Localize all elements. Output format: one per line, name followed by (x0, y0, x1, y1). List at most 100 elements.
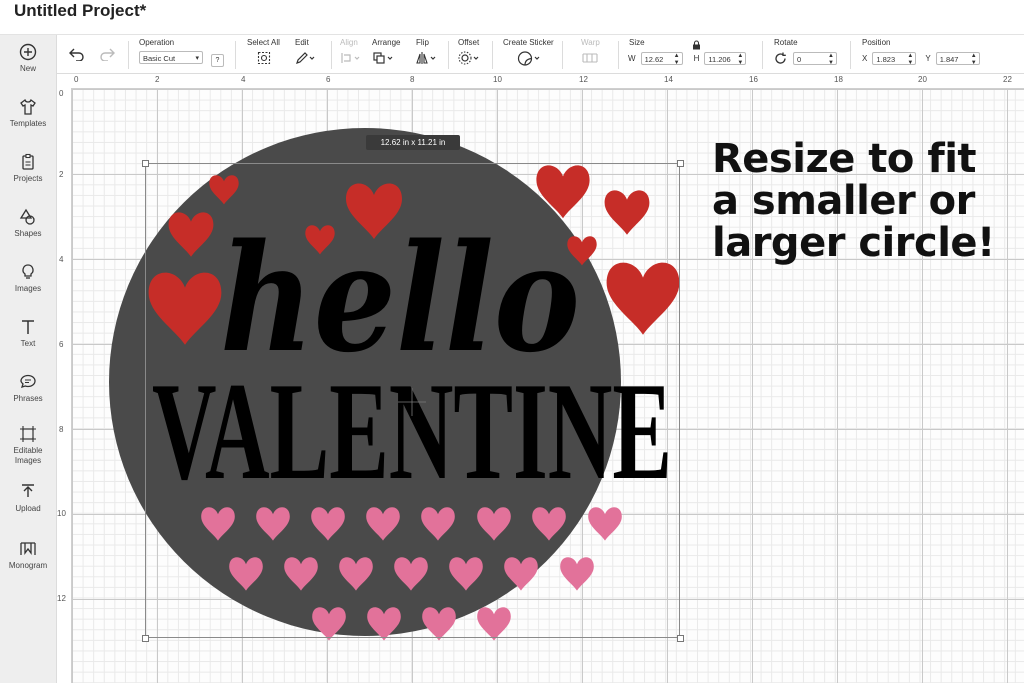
speech-bubble-icon (20, 374, 36, 388)
offset-label: Offset (458, 38, 480, 47)
sidebar-item-label: Images (14, 284, 42, 293)
rotate-value: 0 (797, 55, 802, 64)
ruler-tick: 20 (918, 75, 927, 84)
size-group: Size (629, 38, 645, 47)
rotate-icon[interactable] (774, 52, 787, 65)
height-stepper-icon[interactable]: ▲ ▼ (737, 53, 743, 66)
height-label: H (693, 54, 700, 63)
operation-select[interactable]: Basic Cut ▾ (139, 51, 203, 64)
operation-group: Operation Basic Cut ▾ ? (139, 38, 224, 67)
resize-handle-bottom-right[interactable] (677, 635, 684, 642)
sidebar-item-label: Text (20, 339, 36, 348)
undo-icon[interactable] (69, 47, 85, 61)
flip-group[interactable]: Flip (416, 38, 438, 65)
plus-circle-icon (19, 43, 37, 61)
flip-label: Flip (416, 38, 429, 47)
x-position-input[interactable]: 1.823 ▲ ▼ (872, 52, 917, 66)
rotate-label: Rotate (774, 38, 798, 47)
flip-icon[interactable] (416, 51, 438, 65)
rotate-stepper-icon[interactable]: ▲ ▼ (828, 53, 834, 66)
operation-label: Operation (139, 38, 175, 47)
sidebar-item-label: Upload (15, 504, 41, 513)
align-label: Align (340, 38, 358, 47)
size-tooltip: 12.62 in x 11.21 in (366, 135, 460, 150)
rotate-row: 0 ▲ ▼ (774, 52, 837, 66)
lock-icon[interactable] (692, 40, 701, 50)
y-position-input[interactable]: 1.847 ▲ ▼ (935, 52, 980, 66)
select-all-icon[interactable] (257, 51, 271, 65)
sidebar-item-label: Monogram (8, 561, 48, 570)
shapes-icon (19, 208, 35, 225)
editable-image-icon (20, 426, 36, 442)
width-input[interactable]: 12.62 ▲ ▼ (640, 52, 683, 66)
ruler-tick: 16 (749, 75, 758, 84)
sidebar-item-images[interactable]: Images (0, 263, 56, 315)
rotate-input[interactable]: 0 ▲ ▼ (793, 52, 837, 66)
resize-handle-bottom-left[interactable] (142, 635, 149, 642)
edit-group[interactable]: Edit (295, 38, 317, 65)
resize-handle-top-right[interactable] (677, 160, 684, 167)
ruler-tick: 22 (1003, 75, 1012, 84)
sidebar-item-phrases[interactable]: Phrases (0, 373, 56, 425)
ruler-tick: 6 (326, 75, 331, 84)
text-t-icon (22, 320, 34, 334)
y-stepper-icon[interactable]: ▲ ▼ (971, 53, 977, 66)
sidebar-item-text[interactable]: Text (0, 318, 56, 370)
offset-icon[interactable] (458, 51, 482, 65)
y-position-value: 1.847 (939, 55, 959, 64)
align-group[interactable]: Align (340, 38, 362, 65)
upload-icon (22, 484, 34, 497)
x-position-value: 1.823 (876, 55, 896, 64)
arrange-group[interactable]: Arrange (372, 38, 400, 65)
offset-group[interactable]: Offset (458, 38, 482, 65)
warp-label: Warp (581, 38, 600, 47)
shirt-icon (20, 98, 36, 115)
sidebar-item-label: Templates (9, 119, 47, 128)
resize-callout: Resize to fit a smaller or larger circle… (712, 138, 1012, 264)
sidebar-item-shapes[interactable]: Shapes (0, 208, 56, 260)
arrange-icon[interactable] (372, 51, 396, 65)
operation-help-button[interactable]: ? (211, 54, 224, 67)
ruler-tick: 10 (57, 509, 66, 518)
clipboard-icon (22, 153, 34, 170)
lightbulb-icon (22, 264, 34, 279)
callout-line: Resize to fit (712, 136, 977, 182)
select-all-group[interactable]: Select All (247, 38, 280, 65)
create-sticker-label: Create Sticker (503, 38, 554, 47)
ruler-tick: 0 (59, 89, 64, 98)
align-icon[interactable] (340, 51, 362, 65)
resize-handle-top-left[interactable] (142, 160, 149, 167)
rotate-group: Rotate (774, 38, 798, 47)
sidebar-item-projects[interactable]: Projects (0, 153, 56, 205)
warp-icon[interactable] (581, 51, 601, 65)
pencil-icon[interactable] (295, 51, 317, 65)
x-label: X (862, 54, 868, 63)
ruler-tick: 18 (834, 75, 843, 84)
sidebar-item-upload[interactable]: Upload (0, 483, 56, 535)
width-stepper-icon[interactable]: ▲ ▼ (674, 53, 680, 66)
ruler-tick: 8 (410, 75, 415, 84)
sticker-icon[interactable] (517, 51, 543, 66)
redo-icon[interactable] (99, 47, 115, 61)
ruler-tick: 6 (59, 340, 64, 349)
ruler-tick: 4 (59, 255, 64, 264)
callout-line: larger circle! (712, 220, 995, 266)
height-input[interactable]: 11.206 ▲ ▼ (704, 52, 747, 66)
x-stepper-icon[interactable]: ▲ ▼ (907, 53, 913, 66)
sidebar-item-label: New (19, 64, 36, 73)
size-width-row: W 12.62 ▲ ▼ H 11.206 ▲ ▼ (628, 52, 747, 66)
sidebar-item-label: Projects (13, 174, 43, 183)
sidebar-item-new[interactable]: New (0, 43, 56, 95)
monogram-icon (20, 542, 36, 555)
create-sticker-group[interactable]: Create Sticker (503, 38, 554, 66)
title-bar: Untitled Project* (0, 0, 1024, 35)
width-value: 12.62 (644, 55, 664, 64)
sidebar-item-editable-images[interactable]: Editable Images (0, 425, 56, 487)
y-label: Y (925, 54, 931, 63)
ruler-tick: 12 (579, 75, 588, 84)
sidebar-item-templates[interactable]: Templates (0, 98, 56, 150)
arrange-label: Arrange (372, 38, 401, 47)
sidebar-item-monogram[interactable]: Monogram (0, 540, 56, 592)
sidebar-item-label: Phrases (13, 394, 43, 403)
warp-group[interactable]: Warp (581, 38, 601, 65)
